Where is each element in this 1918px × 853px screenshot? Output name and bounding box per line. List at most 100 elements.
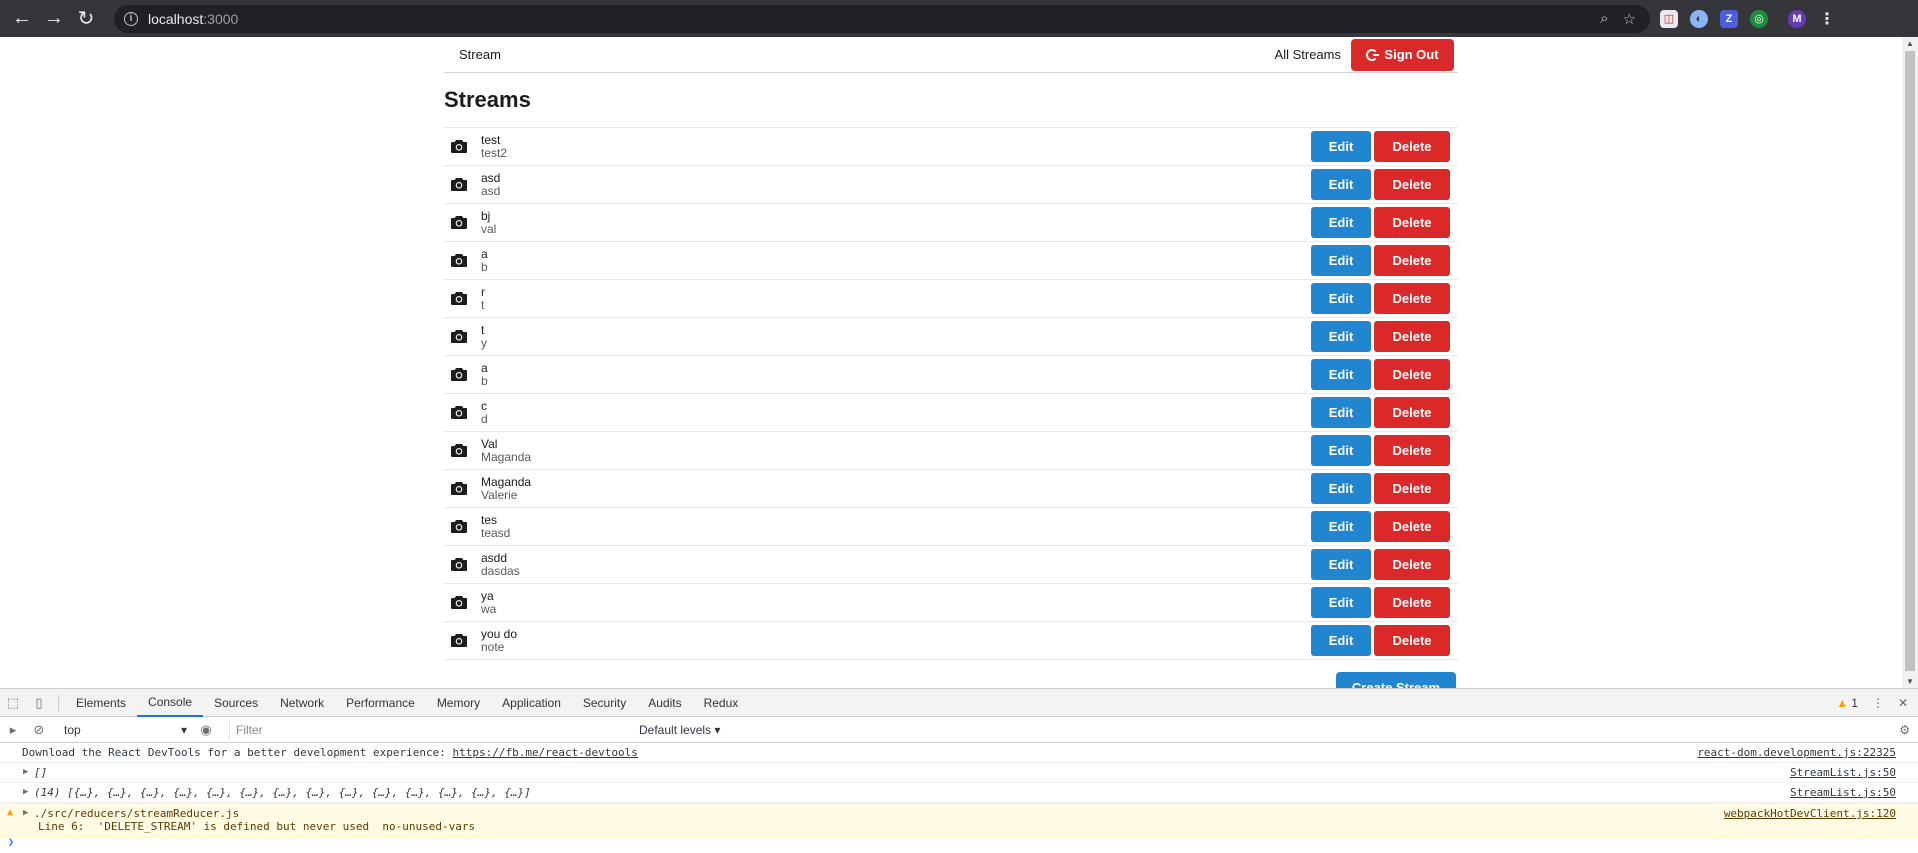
console-message[interactable]: ▶ (14) [{…}, {…}, {…}, {…}, {…}, {…}, {…… (0, 783, 1918, 803)
edit-button[interactable]: Edit (1311, 587, 1371, 618)
delete-button[interactable]: Delete (1374, 207, 1450, 238)
sidebar-toggle-icon[interactable]: ▸ (0, 722, 26, 738)
edit-button[interactable]: Edit (1311, 321, 1371, 352)
delete-button[interactable]: Delete (1374, 511, 1450, 542)
stream-title[interactable]: t (481, 323, 487, 337)
devtools-tab-redux[interactable]: Redux (693, 689, 750, 717)
delete-button[interactable]: Delete (1374, 359, 1450, 390)
close-devtools-icon[interactable]: ✕ (1898, 696, 1908, 710)
edit-button[interactable]: Edit (1311, 625, 1371, 656)
scroll-down-icon[interactable]: ▼ (1906, 677, 1914, 686)
edit-button[interactable]: Edit (1311, 549, 1371, 580)
delete-button[interactable]: Delete (1374, 435, 1450, 466)
create-stream-button[interactable]: Create Stream (1336, 672, 1456, 688)
stream-title[interactable]: Val (481, 437, 531, 451)
devtools-link[interactable]: https://fb.me/react-devtools (452, 746, 637, 759)
brand-link[interactable]: Stream (444, 47, 501, 62)
console-prompt[interactable]: ❯ (0, 837, 1918, 848)
stream-title[interactable]: ya (481, 589, 496, 603)
delete-button[interactable]: Delete (1374, 473, 1450, 504)
extension-circle-icon[interactable]: ◐ (1690, 9, 1708, 28)
warning-counter[interactable]: ▲ 1 (1836, 696, 1858, 710)
delete-button[interactable]: Delete (1374, 625, 1450, 656)
stream-title[interactable]: Maganda (481, 475, 531, 489)
profile-avatar[interactable]: M (1788, 9, 1806, 28)
devtools-tab-performance[interactable]: Performance (335, 689, 426, 717)
scrollbar-thumb[interactable] (1905, 51, 1915, 671)
stream-title[interactable]: asdd (481, 551, 520, 565)
all-streams-link[interactable]: All Streams (1275, 47, 1341, 62)
stream-description: val (481, 221, 497, 236)
devtools-menu-icon[interactable]: ⋮ (1872, 696, 1884, 710)
expand-caret-icon[interactable]: ▶ (23, 767, 28, 777)
warning-source-link[interactable]: webpackHotDevClient.js:120 (1724, 807, 1896, 820)
devtools-tab-sources[interactable]: Sources (203, 689, 269, 717)
scroll-up-icon[interactable]: ▲ (1906, 39, 1914, 48)
extension-pocket-icon[interactable]: ◫ (1660, 9, 1678, 28)
context-select[interactable]: top ▾ (58, 721, 193, 739)
live-expression-eye-icon[interactable]: ◉ (193, 722, 219, 738)
devtools-tab-network[interactable]: Network (269, 689, 335, 717)
edit-button[interactable]: Edit (1311, 397, 1371, 428)
browser-menu-icon[interactable]: ⋮ (1818, 10, 1836, 28)
stream-title[interactable]: bj (481, 209, 496, 223)
edit-button[interactable]: Edit (1311, 169, 1371, 200)
extension-z-icon[interactable]: Z (1720, 9, 1738, 28)
stream-title[interactable]: test (481, 133, 507, 147)
clear-console-icon[interactable]: ⊘ (26, 722, 52, 738)
stream-title[interactable]: tes (481, 513, 510, 527)
console-warning[interactable]: ▲ ▶ ./src/reducers/streamReducer.js Line… (0, 803, 1918, 837)
expand-caret-icon[interactable]: ▶ (23, 808, 28, 818)
stream-title[interactable]: a (481, 247, 488, 261)
delete-button[interactable]: Delete (1374, 245, 1450, 276)
stream-title[interactable]: r (481, 285, 485, 299)
log-levels-select[interactable]: Default levels ▾ (629, 723, 720, 737)
log-source-link[interactable]: react-dom.development.js:22325 (1697, 746, 1896, 759)
camera-icon (451, 215, 469, 230)
devtools-tab-audits[interactable]: Audits (637, 689, 692, 717)
edit-button[interactable]: Edit (1311, 131, 1371, 162)
edit-button[interactable]: Edit (1311, 511, 1371, 542)
reload-icon[interactable]: ↻ (70, 0, 102, 37)
log-source-link[interactable]: StreamList.js:50 (1790, 786, 1896, 799)
devtools-tab-application[interactable]: Application (491, 689, 572, 717)
devtools-tab-memory[interactable]: Memory (426, 689, 491, 717)
camera-icon (451, 253, 469, 268)
delete-button[interactable]: Delete (1374, 283, 1450, 314)
device-toolbar-icon[interactable]: ▯ (26, 695, 52, 711)
inspect-element-icon[interactable]: ⬚ (0, 695, 26, 711)
delete-button[interactable]: Delete (1374, 321, 1450, 352)
edit-button[interactable]: Edit (1311, 359, 1371, 390)
delete-button[interactable]: Delete (1374, 397, 1450, 428)
stream-title[interactable]: asd (481, 171, 500, 185)
delete-button[interactable]: Delete (1374, 131, 1450, 162)
log-source-link[interactable]: StreamList.js:50 (1790, 766, 1896, 779)
forward-icon[interactable]: → (38, 0, 70, 37)
sign-out-button[interactable]: Sign Out (1351, 38, 1454, 71)
stream-title[interactable]: you do (481, 627, 517, 641)
edit-button[interactable]: Edit (1311, 283, 1371, 314)
stream-title[interactable]: c (481, 399, 488, 413)
delete-button[interactable]: Delete (1374, 549, 1450, 580)
stream-title[interactable]: a (481, 361, 488, 375)
edit-button[interactable]: Edit (1311, 473, 1371, 504)
extension-target-icon[interactable]: ◎ (1750, 9, 1768, 28)
console-settings-gear-icon[interactable]: ⚙ (1899, 723, 1910, 737)
devtools-tab-elements[interactable]: Elements (65, 689, 137, 717)
console-message[interactable]: ▶ [] StreamList.js:50 (0, 763, 1918, 783)
console-filter-input[interactable]: Filter (229, 719, 629, 740)
devtools-tab-security[interactable]: Security (572, 689, 637, 717)
zoom-icon[interactable]: ⌕ (1600, 10, 1608, 27)
bookmark-star-icon[interactable]: ☆ (1623, 10, 1636, 28)
edit-button[interactable]: Edit (1311, 207, 1371, 238)
address-bar[interactable]: i localhost:3000 ⌕ ☆ (114, 4, 1650, 33)
info-icon[interactable]: i (124, 11, 138, 26)
devtools-tab-console[interactable]: Console (137, 689, 204, 717)
delete-button[interactable]: Delete (1374, 587, 1450, 618)
edit-button[interactable]: Edit (1311, 245, 1371, 276)
page-scrollbar[interactable]: ▲ ▼ (1902, 37, 1918, 688)
delete-button[interactable]: Delete (1374, 169, 1450, 200)
expand-caret-icon[interactable]: ▶ (23, 787, 28, 797)
back-icon[interactable]: ← (6, 0, 38, 37)
edit-button[interactable]: Edit (1311, 435, 1371, 466)
